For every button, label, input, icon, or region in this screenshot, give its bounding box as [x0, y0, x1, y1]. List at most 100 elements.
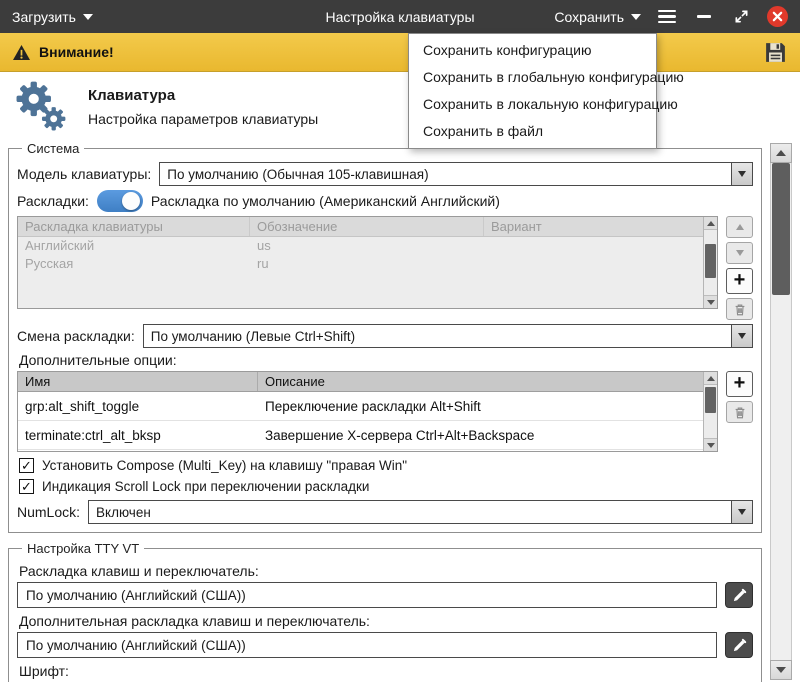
warning-text: Внимание! [39, 44, 114, 60]
chevron-down-icon [738, 171, 746, 177]
scroll-thumb[interactable] [705, 387, 716, 413]
chevron-down-icon [738, 509, 746, 515]
tty-font-label: Шрифт: [19, 663, 751, 679]
numlock-value: Включен [96, 505, 151, 520]
option-desc-cell: Переключение раскладки Alt+Shift [258, 398, 704, 415]
minimize-button[interactable] [693, 6, 715, 28]
switch-layout-select[interactable]: По умолчанию (Левые Ctrl+Shift) [143, 324, 753, 348]
system-fieldset: Система Модель клавиатуры: По умолчанию … [8, 141, 762, 533]
keyboard-model-value: По умолчанию (Обычная 105-клавишная) [167, 167, 428, 182]
keyboard-model-row: Модель клавиатуры: По умолчанию (Обычная… [17, 162, 753, 186]
expand-icon [734, 9, 749, 24]
warning-bar: Внимание! [0, 33, 800, 72]
minimize-icon [697, 15, 711, 18]
keyboard-model-select[interactable]: По умолчанию (Обычная 105-клавишная) [159, 162, 753, 186]
triangle-up-icon [707, 221, 715, 226]
scroll-track[interactable] [704, 230, 717, 295]
default-layout-toggle[interactable] [97, 190, 143, 212]
layout-name-cell: Английский [18, 237, 250, 255]
gears-icon [12, 78, 70, 136]
options-table-buttons: + [726, 371, 753, 423]
save-menu-button[interactable]: Сохранить [554, 9, 641, 25]
tty-extra-layout-label: Дополнительная раскладка клавиш и перекл… [19, 613, 751, 629]
toggle-knob-icon [122, 192, 140, 210]
options-table-scrollbar [703, 372, 717, 451]
numlock-label: NumLock: [17, 504, 80, 520]
triangle-down-icon [776, 667, 786, 673]
triangle-down-icon [707, 300, 715, 305]
scroll-track[interactable] [704, 385, 717, 438]
load-menu-button[interactable]: Загрузить [12, 9, 93, 25]
save-file-button[interactable] [763, 40, 788, 65]
layouts-table-buttons: + [726, 216, 753, 320]
chevron-down-icon [738, 333, 746, 339]
tty-fieldset: Настройка TTY VT Раскладка клавиш и пере… [8, 541, 762, 682]
menu-item-save-config[interactable]: Сохранить конфигурацию [409, 37, 656, 64]
main-content: Система Модель клавиатуры: По умолчанию … [0, 141, 762, 682]
pencil-icon [732, 588, 747, 603]
keyboard-model-label: Модель клавиатуры: [17, 166, 151, 182]
tty-layout-edit-button[interactable] [725, 582, 753, 608]
layout-name-cell: Русская [18, 255, 250, 273]
page-subtitle: Настройка параметров клавиатуры [88, 111, 318, 127]
warning-icon [12, 44, 31, 61]
scroll-track[interactable] [770, 163, 792, 660]
column-header: Вариант [484, 217, 704, 236]
layouts-label: Раскладки: [17, 193, 89, 209]
menu-item-save-local-config[interactable]: Сохранить в локальную конфигурацию [409, 91, 656, 118]
plus-icon: + [734, 373, 746, 393]
menu-item-save-global-config[interactable]: Сохранить в глобальную конфигурацию [409, 64, 656, 91]
tty-layout-input[interactable]: По умолчанию (Английский (США)) [17, 582, 717, 608]
delete-layout-button[interactable] [726, 298, 753, 320]
scroll-thumb[interactable] [772, 163, 790, 295]
add-layout-button[interactable]: + [726, 268, 753, 294]
options-table-header: Имя Описание [18, 372, 704, 392]
dropdown-button[interactable] [731, 325, 752, 347]
switch-layout-label: Смена раскладки: [17, 328, 135, 344]
chevron-down-icon [83, 14, 93, 20]
layouts-table: Раскладка клавиатуры Обозначение Вариант… [17, 216, 718, 309]
numlock-row: NumLock: Включен [17, 500, 753, 524]
move-up-button[interactable] [726, 216, 753, 238]
maximize-button[interactable] [730, 6, 752, 28]
tty-legend: Настройка TTY VT [22, 541, 144, 556]
layouts-table-header: Раскладка клавиатуры Обозначение Вариант [18, 217, 704, 237]
table-row[interactable]: grp:alt_shift_toggle Переключение раскла… [18, 392, 704, 421]
main-scrollbar [770, 143, 792, 680]
triangle-up-icon [707, 376, 715, 381]
tty-extra-layout-edit-button[interactable] [725, 632, 753, 658]
scroll-thumb[interactable] [705, 244, 716, 278]
layout-code-cell: ru [250, 255, 484, 273]
scroll-down-button[interactable] [770, 660, 792, 680]
menu-item-save-to-file[interactable]: Сохранить в файл [409, 118, 656, 145]
menu-button[interactable] [656, 6, 678, 28]
compose-checkbox-label: Установить Compose (Multi_Key) на клавиш… [42, 458, 407, 473]
tty-extra-layout-row: По умолчанию (Английский (США)) [17, 632, 753, 658]
option-name-cell: terminate:ctrl_alt_bksp [18, 427, 258, 444]
arrow-down-icon [736, 250, 744, 256]
scroll-down-button[interactable] [704, 295, 717, 308]
layouts-row: Раскладки: Раскладка по умолчанию (Амери… [17, 190, 753, 212]
dropdown-button[interactable] [731, 163, 752, 185]
scroll-up-button[interactable] [770, 143, 792, 163]
dropdown-button[interactable] [731, 501, 752, 523]
delete-option-button[interactable] [726, 401, 753, 423]
scroll-up-button[interactable] [704, 372, 717, 385]
numlock-select[interactable]: Включен [88, 500, 753, 524]
move-down-button[interactable] [726, 242, 753, 264]
scroll-down-button[interactable] [704, 438, 717, 451]
column-header: Обозначение [250, 217, 484, 236]
options-table: Имя Описание grp:alt_shift_toggle Перекл… [17, 371, 718, 452]
pencil-icon [732, 638, 747, 653]
floppy-disk-icon [763, 40, 788, 65]
scroll-up-button[interactable] [704, 217, 717, 230]
tty-extra-layout-input[interactable]: По умолчанию (Английский (США)) [17, 632, 717, 658]
compose-checkbox[interactable]: ✓ [19, 458, 34, 473]
table-row[interactable]: terminate:ctrl_alt_bksp Завершение X-сер… [18, 421, 704, 450]
close-button[interactable] [767, 6, 788, 27]
table-row: Английский us [18, 237, 704, 255]
scrolllock-checkbox[interactable]: ✓ [19, 479, 34, 494]
options-table-block: Имя Описание grp:alt_shift_toggle Перекл… [17, 371, 753, 452]
add-option-button[interactable]: + [726, 371, 753, 397]
column-header: Описание [258, 372, 704, 391]
